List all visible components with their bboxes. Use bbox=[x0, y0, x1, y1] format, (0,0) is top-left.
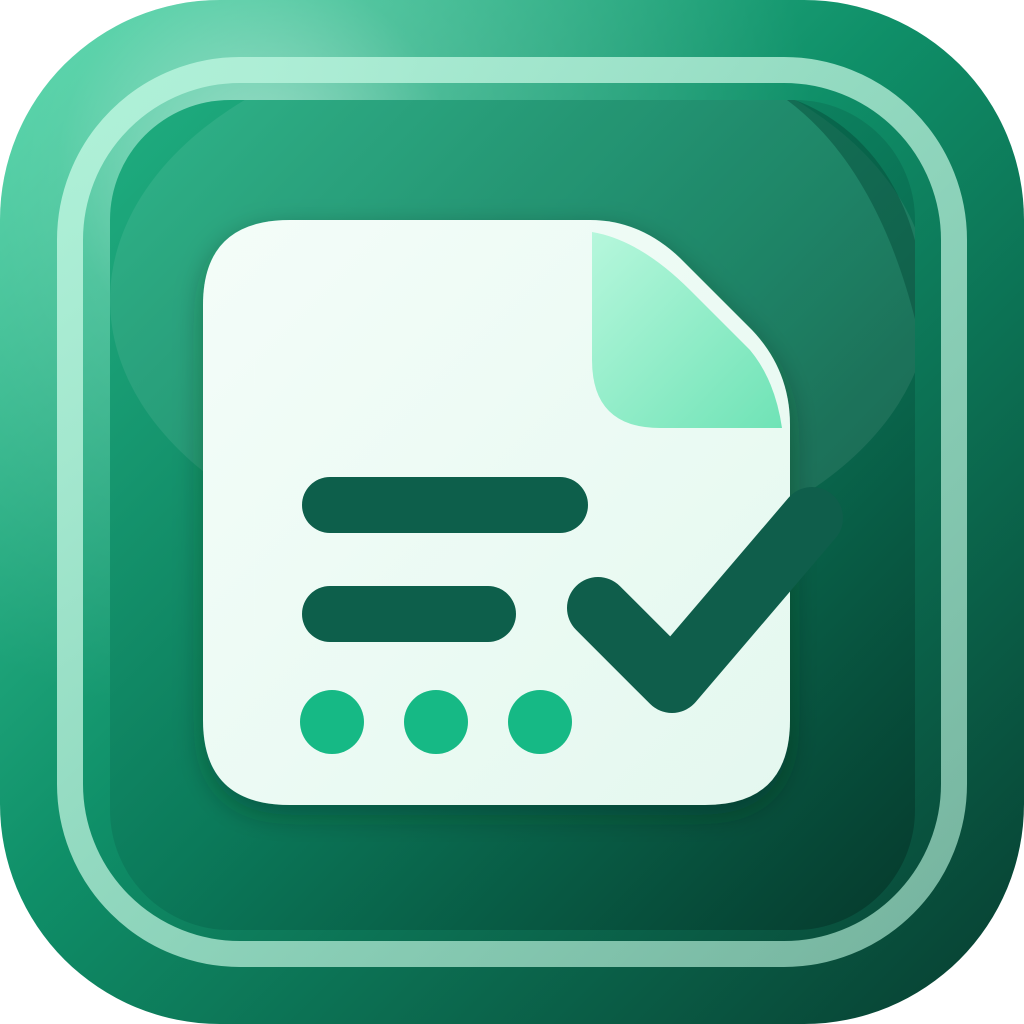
document-line-1 bbox=[302, 477, 588, 533]
document-dot-2 bbox=[404, 690, 468, 754]
document-dot-1 bbox=[300, 690, 364, 754]
document-icon bbox=[203, 220, 790, 805]
document-line-2 bbox=[302, 586, 516, 642]
app-icon-graphic bbox=[0, 0, 1024, 1024]
app-icon bbox=[0, 0, 1024, 1024]
document-dot-3 bbox=[508, 690, 572, 754]
